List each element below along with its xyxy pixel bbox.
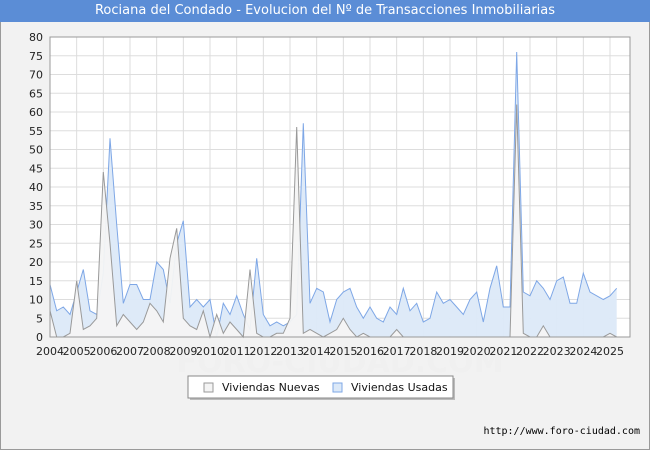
x-tick-label: 2016: [356, 345, 384, 358]
y-tick-label: 25: [29, 237, 43, 250]
y-tick-label: 15: [29, 275, 43, 288]
x-tick-label: 2023: [543, 345, 571, 358]
y-tick-label: 20: [29, 256, 43, 269]
x-tick-label: 2024: [569, 345, 597, 358]
x-tick-label: 2017: [383, 345, 411, 358]
x-tick-label: 2018: [409, 345, 437, 358]
x-tick-label: 2004: [36, 345, 64, 358]
y-tick-label: 0: [36, 331, 43, 344]
legend-swatch-1: [332, 382, 343, 393]
x-tick-label: 2020: [463, 345, 491, 358]
y-tick-label: 55: [29, 125, 43, 138]
x-tick-label: 2014: [303, 345, 331, 358]
chart-svg: FORO-CIUDAD.COM0510152025303540455055606…: [29, 31, 631, 400]
y-tick-label: 70: [29, 69, 43, 82]
y-tick-label: 40: [29, 181, 43, 194]
legend-label-1: Viviendas Usadas: [351, 381, 448, 394]
y-tick-label: 5: [36, 312, 43, 325]
y-tick-label: 10: [29, 294, 43, 307]
y-tick-label: 65: [29, 87, 43, 100]
y-tick-label: 30: [29, 219, 43, 232]
legend-label-0: Viviendas Nuevas: [222, 381, 320, 394]
x-tick-label: 2019: [436, 345, 464, 358]
x-tick-label: 2025: [596, 345, 624, 358]
y-tick-label: 60: [29, 106, 43, 119]
y-tick-label: 45: [29, 162, 43, 175]
x-tick-label: 2005: [63, 345, 91, 358]
x-tick-label: 2022: [516, 345, 544, 358]
x-tick-label: 2006: [89, 345, 117, 358]
y-tick-label: 80: [29, 31, 43, 44]
x-tick-label: 2021: [489, 345, 517, 358]
x-tick-label: 2013: [276, 345, 304, 358]
x-tick-label: 2015: [329, 345, 357, 358]
x-tick-label: 2009: [169, 345, 197, 358]
x-tick-label: 2007: [116, 345, 144, 358]
x-tick-label: 2008: [143, 345, 171, 358]
x-tick-label: 2010: [196, 345, 224, 358]
source-credit: http://www.foro-ciudad.com: [483, 426, 640, 437]
y-tick-label: 75: [29, 50, 43, 63]
x-tick-label: 2011: [223, 345, 251, 358]
y-tick-label: 35: [29, 200, 43, 213]
legend-swatch-0: [203, 382, 214, 393]
x-tick-label: 2012: [249, 345, 277, 358]
y-tick-label: 50: [29, 144, 43, 157]
